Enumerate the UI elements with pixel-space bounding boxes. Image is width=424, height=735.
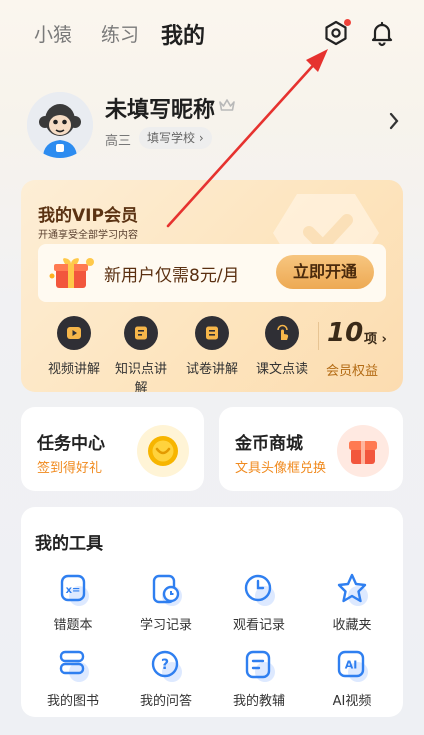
ai-video-icon: AI [332, 646, 372, 686]
gift-box-icon [48, 256, 96, 294]
tools-card: 我的工具 x= 错题本 学习记录 观看记录 收藏夹 我的图书 ? 我的问答 我的… [21, 507, 403, 717]
vip-feature-paper[interactable]: 试卷讲解 [180, 316, 244, 377]
coin-mall-subtitle: 文具头像框兑换 [235, 461, 327, 476]
vip-feature-label: 视频讲解 [47, 362, 100, 377]
school-chip[interactable]: 填写学校 › [139, 127, 212, 149]
vip-feature-reading[interactable]: 课文点读 [250, 316, 314, 377]
grade-label: 高三 [105, 134, 132, 149]
task-center-subtitle: 签到得好礼 [37, 461, 103, 476]
tab-xiaoyuan[interactable]: 小猿 [34, 20, 72, 47]
play-icon [57, 316, 91, 350]
question-icon: ? [146, 646, 186, 686]
tool-favorites[interactable]: 收藏夹 [312, 570, 392, 633]
vip-subtitle: 开通享受全部学习内容 [38, 230, 138, 241]
tools-title: 我的工具 [35, 534, 103, 554]
benefits-label[interactable]: 会员权益 [326, 360, 378, 379]
vip-feature-video[interactable]: 视频讲解 [42, 316, 106, 377]
vip-feature-label: 课文点读 [255, 362, 308, 377]
tool-label: AI视频 [332, 694, 372, 709]
vip-title: 我的VIP会员 [38, 206, 138, 226]
notification-dot [344, 19, 351, 26]
settings-gear-icon[interactable] [322, 19, 351, 47]
tab-practice[interactable]: 练习 [101, 20, 139, 47]
bell-icon[interactable] [368, 19, 396, 47]
svg-text:?: ? [161, 657, 169, 673]
open-vip-button[interactable]: 立即开通 [276, 255, 374, 289]
tool-label: 学习记录 [139, 618, 192, 633]
vip-feature-label: 试卷讲解 [185, 362, 238, 377]
vip-offer-bar[interactable]: 新用户仅需8元/月 立即开通 [38, 244, 386, 302]
vip-feature-label: 知识点讲解 [114, 362, 167, 392]
gift-shop-icon [335, 423, 391, 483]
gold-coin-icon [135, 423, 191, 483]
tool-my-qa[interactable]: ? 我的问答 [126, 646, 206, 709]
coin-mall-title: 金币商城 [235, 434, 303, 454]
benefits-count[interactable]: 10 [327, 318, 363, 348]
wrong-book-icon: x= [53, 570, 93, 610]
tap-icon [265, 316, 299, 350]
study-record-icon [146, 570, 186, 610]
crown-icon [218, 97, 236, 117]
task-center-title: 任务中心 [37, 434, 105, 454]
task-center-card[interactable]: 任务中心 签到得好礼 [21, 407, 204, 491]
tab-mine[interactable]: 我的 [161, 18, 205, 50]
tool-label: 我的问答 [139, 694, 192, 709]
tool-my-books[interactable]: 我的图书 [33, 646, 113, 709]
coin-mall-card[interactable]: 金币商城 文具头像框兑换 [219, 407, 403, 491]
tutorial-book-icon [239, 646, 279, 686]
tool-label: 收藏夹 [332, 618, 372, 633]
chevron-right-icon[interactable] [388, 111, 400, 135]
vip-feature-knowledge[interactable]: 知识点讲解 [109, 316, 173, 392]
tool-study-record[interactable]: 学习记录 [126, 570, 206, 633]
clock-icon [239, 570, 279, 610]
tool-label: 错题本 [53, 618, 93, 633]
vip-card[interactable]: 我的VIP会员 开通享受全部学习内容 新用户仅需8元/月 立即开通 视频讲解 知… [21, 180, 403, 392]
vip-offer-text: 新用户仅需8元/月 [104, 266, 240, 286]
divider [318, 322, 319, 350]
tool-label: 我的教辅 [232, 694, 285, 709]
paper-icon [195, 316, 229, 350]
svg-text:AI: AI [345, 659, 358, 672]
tool-label: 观看记录 [232, 618, 285, 633]
tool-ai-video[interactable]: AI AI视频 [312, 646, 392, 709]
star-icon [332, 570, 372, 610]
svg-text:x=: x= [66, 585, 81, 596]
doc-icon [124, 316, 158, 350]
books-icon [53, 646, 93, 686]
benefits-unit[interactable]: 项 › [364, 328, 387, 347]
tool-wrong-book[interactable]: x= 错题本 [33, 570, 113, 633]
avatar[interactable] [27, 92, 93, 158]
tool-watch-record[interactable]: 观看记录 [219, 570, 299, 633]
tool-label: 我的图书 [46, 694, 99, 709]
nickname[interactable]: 未填写昵称 [105, 92, 215, 124]
tool-my-tutorials[interactable]: 我的教辅 [219, 646, 299, 709]
